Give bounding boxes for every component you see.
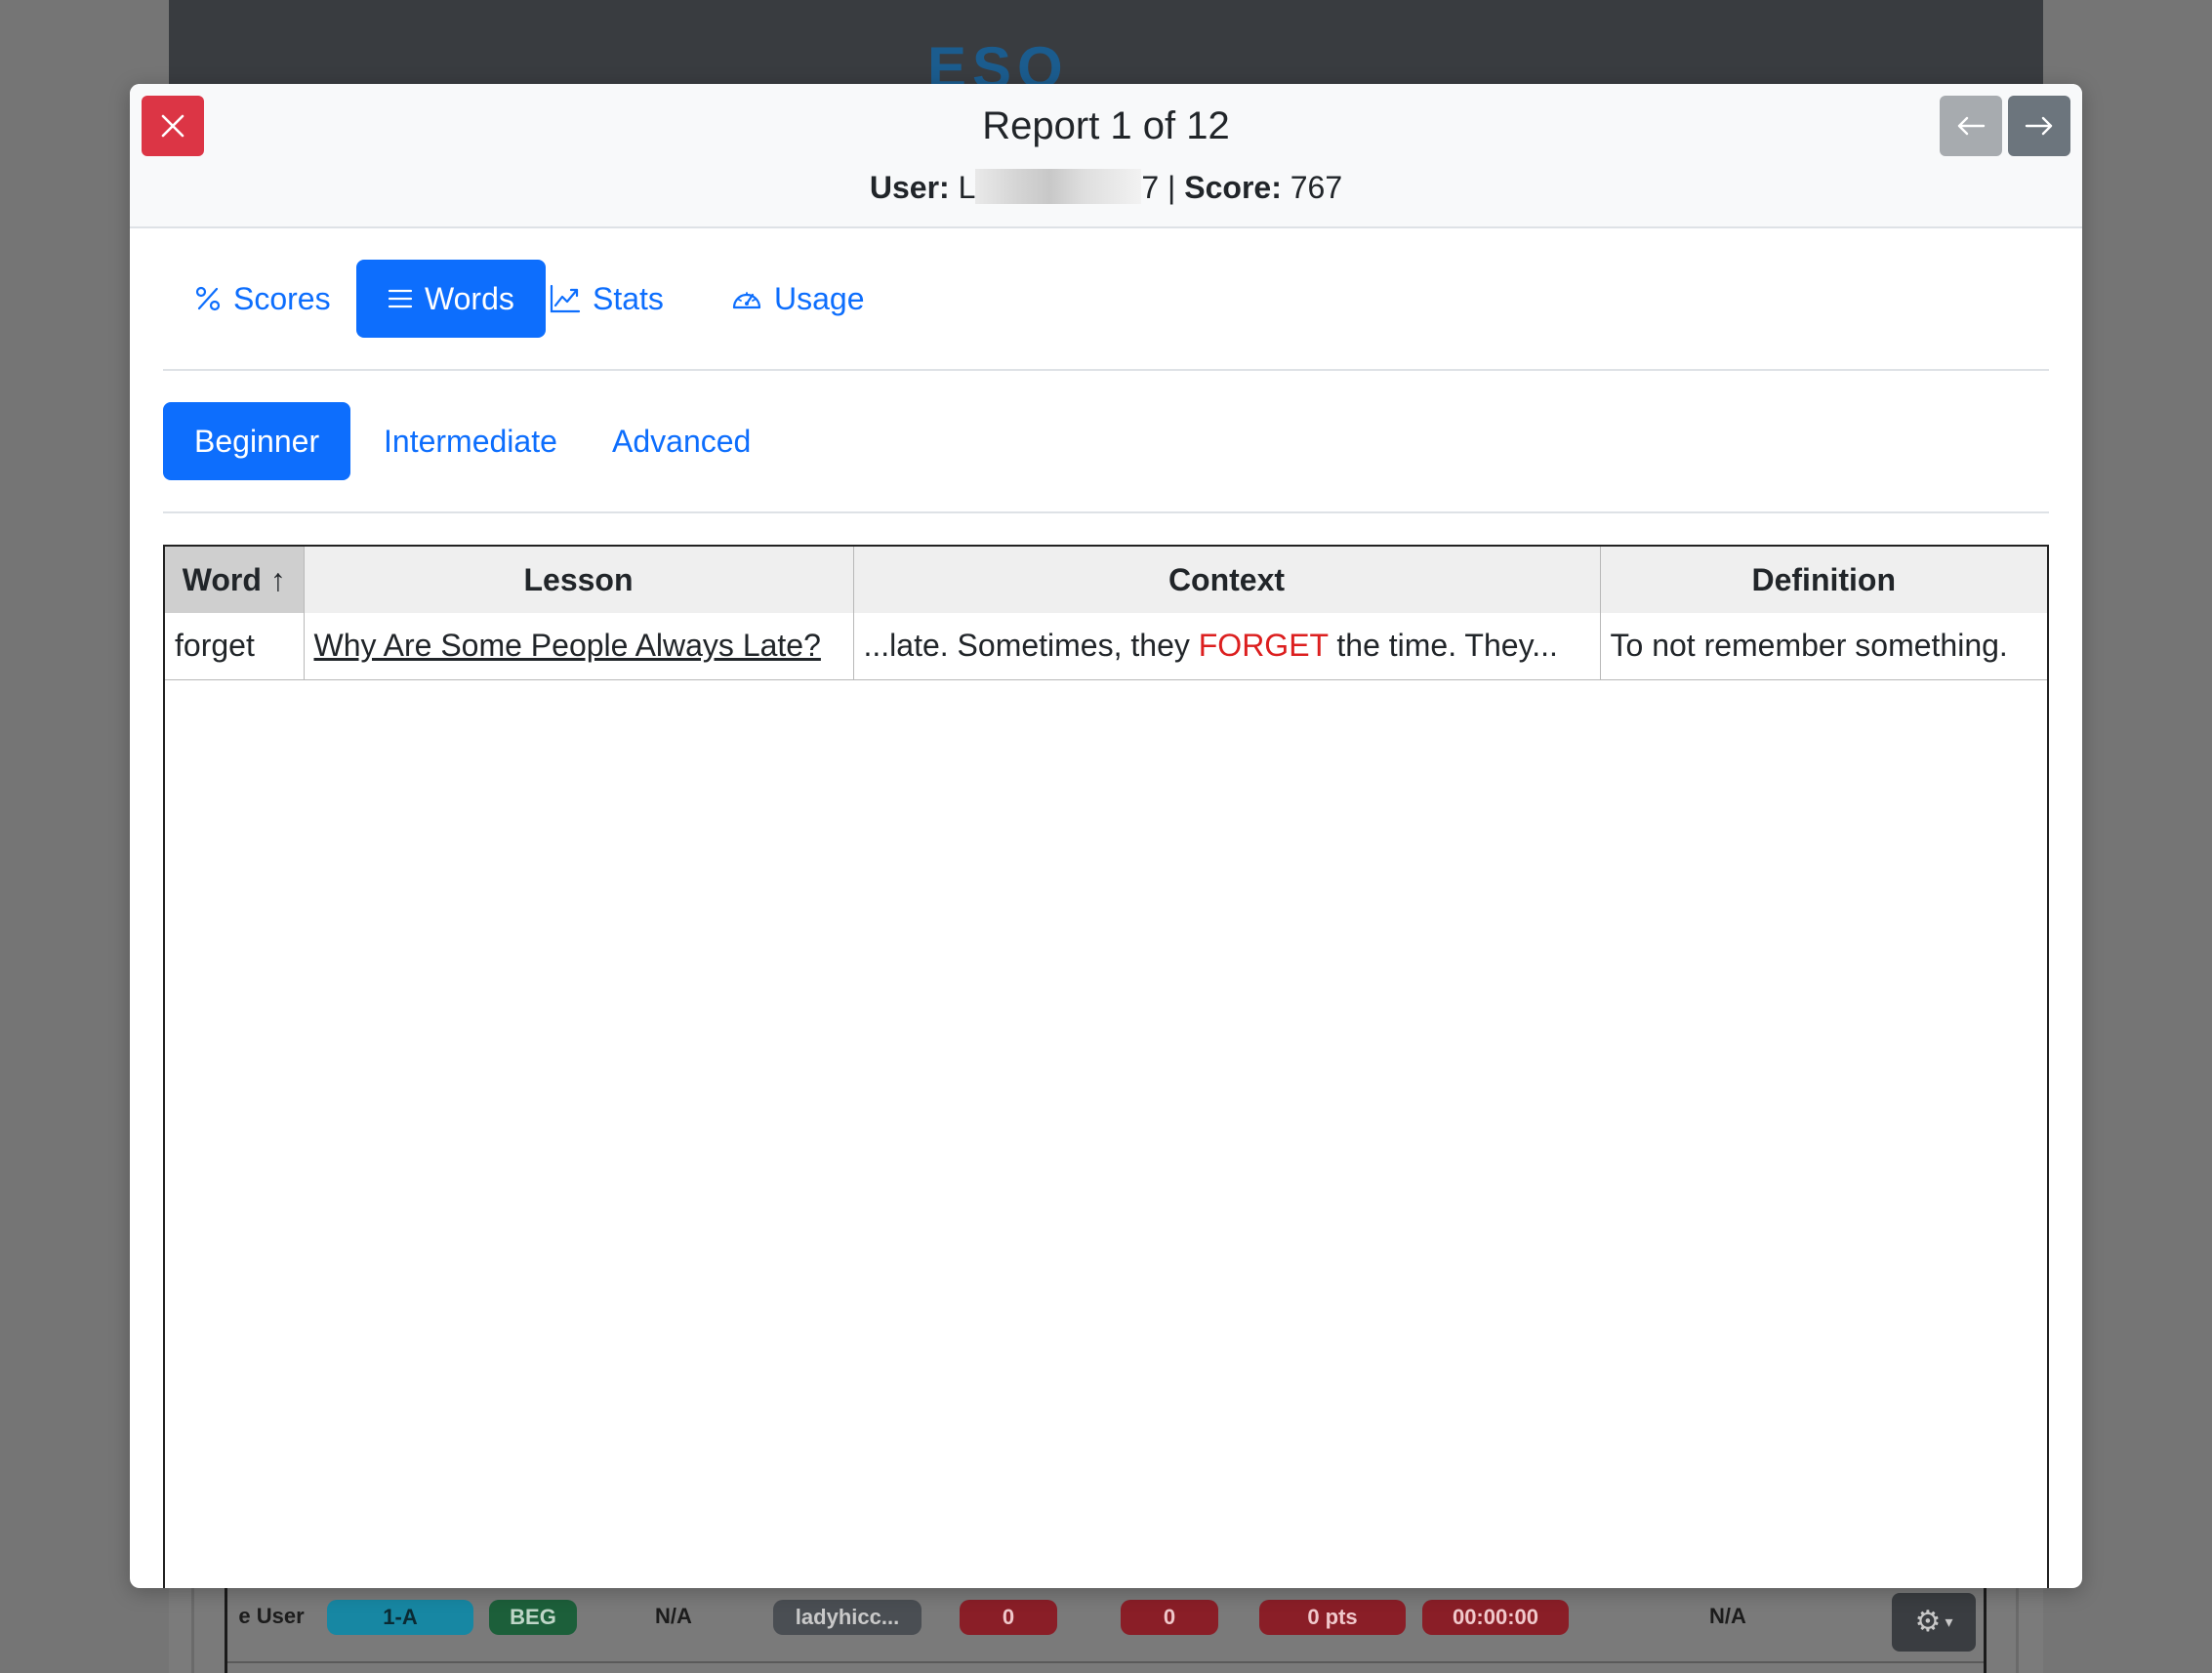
column-header-definition[interactable]: Definition	[1600, 547, 2047, 613]
tab-intermediate[interactable]: Intermediate	[352, 402, 589, 480]
column-header-word[interactable]: Word ↑	[165, 547, 305, 613]
tab-advanced[interactable]: Advanced	[581, 402, 782, 480]
modal-title: Report 1 of 12	[982, 104, 1230, 147]
background-level-badge: 1-A	[327, 1600, 473, 1635]
background-time-badge: 00:00:00	[1422, 1600, 1569, 1635]
tab-label: Advanced	[612, 424, 752, 459]
arrow-right-icon	[2025, 116, 2053, 136]
background-user-cell: e User	[238, 1604, 305, 1628]
tab-label: Usage	[774, 281, 865, 316]
background-settings-button[interactable]: ⚙ ▾	[1892, 1593, 1976, 1652]
context-cell: ...late. Sometimes, they FORGET the time…	[853, 613, 1601, 680]
tab-label: Intermediate	[384, 424, 557, 459]
definition-cell: To not remember something.	[1600, 613, 2047, 680]
words-table-container: Word ↑ Lesson Context Definition forget …	[163, 545, 2049, 1588]
background-na-cell: N/A	[1709, 1604, 1746, 1628]
gear-icon: ⚙	[1914, 1606, 1942, 1638]
column-header-lesson[interactable]: Lesson	[304, 547, 854, 613]
background-row-divider	[227, 1661, 1984, 1663]
user-label: User:	[869, 170, 950, 205]
modal-header: Report 1 of 12 User: L 7 | Score: 767	[130, 84, 2082, 228]
word-cell: forget	[165, 613, 305, 680]
tab-label: Stats	[593, 281, 664, 316]
tab-words[interactable]: Words	[356, 260, 546, 338]
user-name-suffix: 7	[1141, 170, 1160, 205]
redacted-username	[975, 169, 1142, 204]
table-header-row: Word ↑ Lesson Context Definition	[165, 547, 2047, 613]
background-count-badge: 0	[1121, 1600, 1218, 1635]
user-name-prefix: L	[958, 170, 976, 205]
subtitle-separator: |	[1167, 170, 1176, 205]
speedometer-icon	[732, 292, 761, 309]
context-before: ...late. Sometimes, they	[863, 628, 1199, 664]
context-after: the time. They...	[1328, 628, 1558, 664]
header-label: Word	[182, 561, 262, 597]
previous-report-button[interactable]	[1940, 96, 2002, 156]
next-report-button[interactable]	[2008, 96, 2070, 156]
percent-icon	[195, 286, 221, 311]
tab-scores[interactable]: Scores	[163, 260, 362, 338]
report-modal: Report 1 of 12 User: L 7 | Score: 767 Sco…	[130, 84, 2082, 1588]
tab-label: Words	[425, 281, 514, 316]
sort-ascending-icon: ↑	[269, 561, 286, 597]
caret-down-icon: ▾	[1945, 1614, 1953, 1632]
tab-beginner[interactable]: Beginner	[163, 402, 351, 480]
arrow-left-icon	[1957, 116, 1986, 136]
tab-usage[interactable]: Usage	[708, 260, 888, 338]
report-tabs: Scores Words Stats Usage	[163, 260, 2049, 371]
level-tabs: Beginner Intermediate Advanced	[163, 402, 2049, 513]
tab-label: Scores	[233, 281, 331, 316]
lesson-cell: Why Are Some People Always Late?	[304, 613, 854, 680]
column-header-context[interactable]: Context	[853, 547, 1601, 613]
list-icon	[388, 289, 413, 308]
background-count-badge: 0	[960, 1600, 1057, 1635]
score-label: Score:	[1184, 170, 1282, 205]
modal-subtitle: User: L 7 | Score: 767	[130, 166, 2082, 209]
background-username-badge: ladyhicc...	[773, 1600, 922, 1635]
context-highlight: FORGET	[1198, 628, 1329, 664]
tab-stats[interactable]: Stats	[534, 260, 679, 338]
background-na-cell: N/A	[655, 1604, 692, 1628]
table-row: forget Why Are Some People Always Late? …	[165, 613, 2047, 680]
words-table: Word ↑ Lesson Context Definition forget …	[165, 547, 2047, 680]
score-value: 767	[1290, 170, 1343, 205]
chart-line-icon	[550, 284, 581, 313]
tab-label: Beginner	[194, 424, 320, 459]
lesson-link[interactable]: Why Are Some People Always Late?	[314, 628, 821, 663]
background-points-badge: 0 pts	[1259, 1600, 1406, 1635]
background-tier-badge: BEG	[489, 1600, 577, 1635]
